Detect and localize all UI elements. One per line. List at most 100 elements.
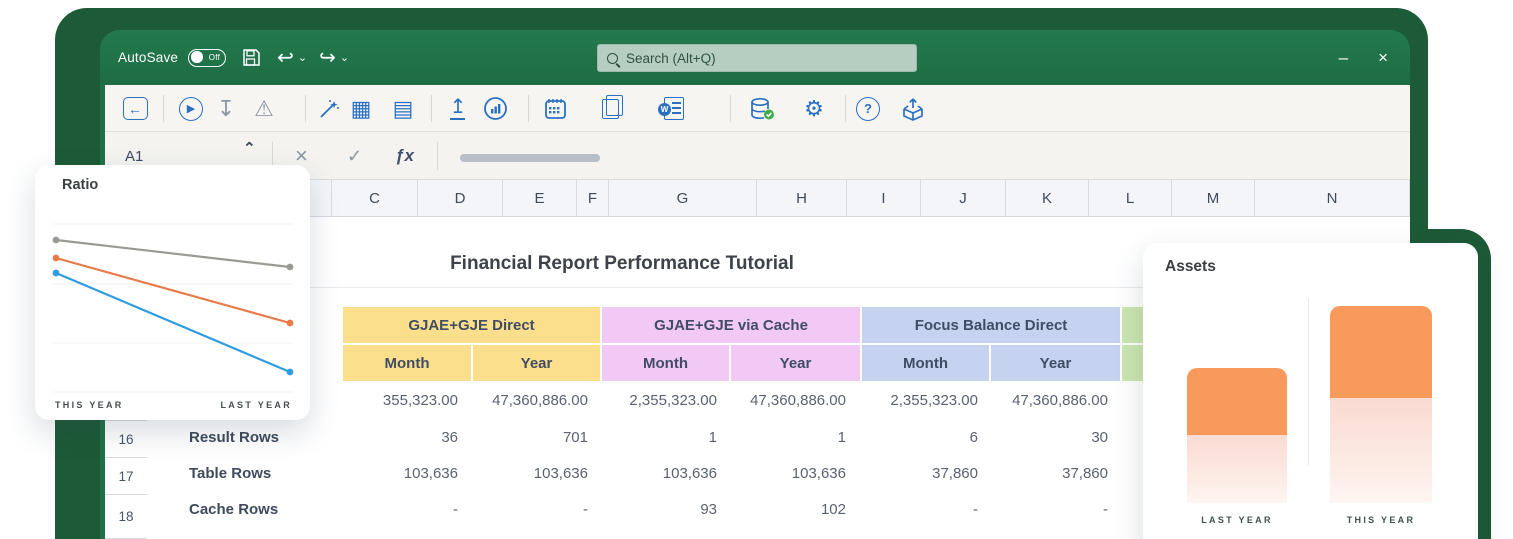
table-subheader[interactable]: Month bbox=[602, 345, 729, 381]
column-header[interactable]: G bbox=[609, 180, 757, 216]
column-header[interactable]: N bbox=[1255, 180, 1410, 216]
formula-content-placeholder[interactable] bbox=[460, 154, 600, 162]
performance-button[interactable] bbox=[479, 85, 511, 132]
database-button[interactable] bbox=[745, 85, 779, 132]
database-check-icon bbox=[749, 96, 776, 122]
table-cell[interactable]: 37,860 bbox=[991, 461, 1108, 487]
table-group-header[interactable]: GJAE+GJE via Cache bbox=[602, 307, 860, 343]
settings-button[interactable]: ⚙ bbox=[798, 85, 830, 132]
undo-icon[interactable]: ↩ bbox=[277, 45, 294, 70]
table-cell[interactable]: 47,360,886.00 bbox=[991, 388, 1108, 414]
toolbar-separator bbox=[528, 95, 529, 122]
row-header[interactable]: 18 bbox=[105, 495, 147, 539]
table-cell[interactable]: 701 bbox=[473, 425, 588, 451]
search-box[interactable] bbox=[597, 44, 917, 72]
table-cell[interactable]: 47,360,886.00 bbox=[473, 388, 588, 414]
confirm-entry-button[interactable]: ✓ bbox=[347, 132, 362, 180]
column-header[interactable]: F bbox=[577, 180, 609, 216]
table-cell[interactable]: - bbox=[991, 497, 1108, 523]
warnings-button[interactable]: ⚠ bbox=[248, 85, 280, 132]
document-tools-icon bbox=[602, 99, 619, 119]
table-cell[interactable]: 1 bbox=[602, 425, 717, 451]
column-header[interactable]: J bbox=[921, 180, 1006, 216]
table-group-header[interactable]: GJAE+GJE Direct bbox=[343, 307, 600, 343]
row-header[interactable]: 17 bbox=[105, 458, 147, 495]
table-cell[interactable]: 6 bbox=[862, 425, 978, 451]
undo-chevron-icon[interactable]: ⌄ bbox=[298, 51, 307, 64]
download-button[interactable]: ↧ bbox=[211, 85, 241, 132]
table-group-header[interactable]: Focus Balance Direct bbox=[862, 307, 1120, 343]
column-header[interactable]: M bbox=[1172, 180, 1255, 216]
word-document-icon: W bbox=[664, 97, 684, 120]
table-cell[interactable]: 1 bbox=[731, 425, 846, 451]
table-row-label[interactable]: Result Rows bbox=[189, 425, 339, 451]
table-cell[interactable]: 355,323.00 bbox=[343, 388, 458, 414]
performance-gauge-icon bbox=[483, 96, 508, 121]
redo-chevron-icon[interactable]: ⌄ bbox=[340, 51, 349, 64]
column-header[interactable]: I bbox=[847, 180, 921, 216]
table-subheader[interactable]: Month bbox=[862, 345, 989, 381]
window-controls: – × bbox=[1339, 30, 1388, 85]
word-export-button[interactable]: W bbox=[657, 85, 691, 132]
table-cell[interactable]: 102 bbox=[731, 497, 846, 523]
document-tools-button[interactable] bbox=[595, 85, 625, 132]
column-header[interactable]: D bbox=[418, 180, 503, 216]
table-subheader[interactable]: Year bbox=[731, 345, 860, 381]
table-cell[interactable]: 103,636 bbox=[343, 461, 458, 487]
search-input[interactable] bbox=[626, 51, 907, 66]
gear-icon: ⚙ bbox=[804, 98, 824, 120]
grid-view-button[interactable]: ▦ bbox=[345, 85, 377, 132]
table-subheader[interactable]: Year bbox=[473, 345, 600, 381]
column-header[interactable]: L bbox=[1089, 180, 1172, 216]
column-header[interactable]: E bbox=[503, 180, 577, 216]
assets-axis-label-this-year: THIS YEAR bbox=[1330, 515, 1432, 525]
collapse-ribbon-chevron-icon[interactable]: ⌄ bbox=[243, 138, 256, 156]
play-icon: ▶ bbox=[179, 97, 203, 121]
screenshot-root: AutoSave Off ↩ ⌄ ↪ ⌄ – × bbox=[0, 0, 1513, 539]
unpack-button[interactable] bbox=[897, 85, 929, 132]
column-header[interactable]: C bbox=[332, 180, 418, 216]
magic-wand-icon bbox=[317, 97, 341, 121]
table-row-label[interactable]: Table Rows bbox=[189, 461, 339, 487]
row-header[interactable]: 16 bbox=[105, 420, 147, 458]
column-header[interactable]: K bbox=[1006, 180, 1089, 216]
publish-button[interactable]: ↥ bbox=[443, 85, 473, 132]
table-cell[interactable]: 2,355,323.00 bbox=[862, 388, 978, 414]
back-button[interactable]: ← bbox=[119, 85, 151, 132]
table-cell[interactable]: 103,636 bbox=[473, 461, 588, 487]
table-cell[interactable]: - bbox=[473, 497, 588, 523]
redo-icon[interactable]: ↪ bbox=[319, 45, 336, 70]
insert-function-button[interactable]: ƒx bbox=[395, 132, 414, 180]
calendar-button[interactable] bbox=[539, 85, 571, 132]
pivot-table-button[interactable]: ▤ bbox=[387, 85, 419, 132]
table-subheader[interactable]: Month bbox=[343, 345, 471, 381]
ratio-axis-label-left: THIS YEAR bbox=[55, 400, 124, 410]
table-cell[interactable]: 103,636 bbox=[602, 461, 717, 487]
table-cell[interactable]: - bbox=[862, 497, 978, 523]
ratio-line-chart bbox=[35, 165, 310, 420]
save-icon[interactable] bbox=[242, 48, 261, 67]
table-cell[interactable]: - bbox=[343, 497, 458, 523]
table-cell[interactable]: 37,860 bbox=[862, 461, 978, 487]
table-cell[interactable]: 36 bbox=[343, 425, 458, 451]
toolbar-separator bbox=[305, 95, 306, 122]
table-row-label[interactable]: Cache Rows bbox=[189, 497, 339, 523]
ratio-axis-label-right: LAST YEAR bbox=[220, 400, 292, 410]
table-cell[interactable]: 47,360,886.00 bbox=[731, 388, 846, 414]
table-subheader[interactable]: Year bbox=[991, 345, 1120, 381]
table-cell[interactable]: 2,355,323.00 bbox=[602, 388, 717, 414]
run-button[interactable]: ▶ bbox=[175, 85, 207, 132]
assets-bar-this-year bbox=[1330, 306, 1432, 503]
autosave-toggle[interactable]: Off bbox=[188, 49, 226, 67]
close-button[interactable]: × bbox=[1378, 48, 1388, 68]
minimize-button[interactable]: – bbox=[1339, 48, 1348, 68]
table-cell[interactable]: 103,636 bbox=[731, 461, 846, 487]
column-header[interactable]: H bbox=[757, 180, 847, 216]
toggle-knob-icon bbox=[191, 51, 203, 63]
magic-wand-button[interactable] bbox=[313, 85, 345, 132]
help-button[interactable]: ? bbox=[853, 85, 883, 132]
sheet-title: Financial Report Performance Tutorial bbox=[342, 253, 902, 275]
table-cell[interactable]: 93 bbox=[602, 497, 717, 523]
toolbar-separator bbox=[163, 95, 164, 122]
table-cell[interactable]: 30 bbox=[991, 425, 1108, 451]
